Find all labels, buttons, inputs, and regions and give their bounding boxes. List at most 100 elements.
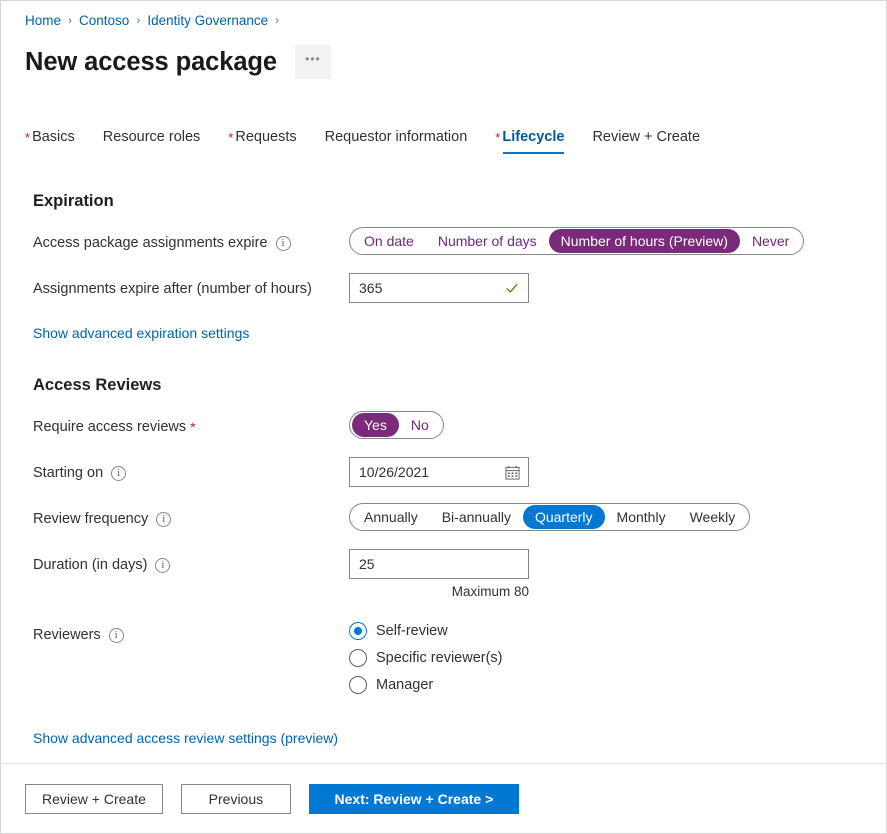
field-control: [349, 457, 529, 487]
info-icon[interactable]: i: [155, 558, 170, 573]
breadcrumb-separator-icon: ›: [136, 13, 140, 27]
title-row: New access package •••: [1, 31, 886, 85]
radio-label: Specific reviewer(s): [376, 650, 503, 666]
pill-number-of-days[interactable]: Number of days: [426, 229, 549, 253]
field-duration-in-days: Duration (in days) i Maximum 80: [1, 549, 886, 599]
pill-yes[interactable]: Yes: [352, 413, 399, 437]
label-text: Require access reviews: [33, 419, 186, 435]
tab-basics[interactable]: * Basics: [25, 129, 75, 154]
radio-self-review[interactable]: Self-review: [349, 621, 503, 641]
pill-on-date[interactable]: On date: [352, 229, 426, 253]
field-label: Require access reviews *: [33, 411, 349, 441]
breadcrumb-separator-icon: ›: [68, 13, 72, 27]
radio-dot-icon: [349, 676, 367, 694]
field-review-frequency: Review frequency i Annually Bi-annually …: [1, 503, 886, 533]
new-access-package-page: Home › Contoso › Identity Governance › N…: [0, 0, 887, 834]
pill-monthly[interactable]: Monthly: [605, 505, 678, 529]
tab-label: Lifecycle: [502, 129, 564, 145]
wizard-tabs: * Basics Resource roles * Requests Reque…: [1, 120, 886, 154]
pill-annually[interactable]: Annually: [352, 505, 430, 529]
more-options-button[interactable]: •••: [295, 45, 331, 79]
page-title: New access package: [25, 48, 277, 77]
tab-label: Resource roles: [103, 129, 201, 145]
tab-label: Basics: [32, 129, 75, 145]
section-title-access-reviews: Access Reviews: [1, 376, 886, 395]
label-text: Review frequency: [33, 511, 148, 527]
field-label: Duration (in days) i: [33, 549, 349, 579]
pill-no[interactable]: No: [399, 413, 441, 437]
breadcrumb: Home › Contoso › Identity Governance ›: [1, 1, 886, 31]
radio-label: Manager: [376, 677, 433, 693]
label-text: Access package assignments expire: [33, 235, 268, 251]
assignments-expire-choicegroup: On date Number of days Number of hours (…: [349, 227, 804, 255]
field-control: Yes No: [349, 411, 444, 439]
radio-label: Self-review: [376, 623, 448, 639]
field-assignments-expire: Access package assignments expire i On d…: [1, 227, 886, 257]
pill-quarterly[interactable]: Quarterly: [523, 505, 605, 529]
breadcrumb-item-home[interactable]: Home: [25, 13, 61, 28]
expire-after-hours-input[interactable]: [350, 274, 528, 302]
info-icon[interactable]: i: [276, 236, 291, 251]
field-label: Assignments expire after (number of hour…: [33, 273, 349, 303]
review-frequency-choicegroup: Annually Bi-annually Quarterly Monthly W…: [349, 503, 750, 531]
radio-dot-icon: [349, 622, 367, 640]
required-asterisk-icon: *: [25, 131, 30, 144]
duration-maximum-helper-text: Maximum 80: [349, 584, 529, 599]
ellipsis-icon: •••: [305, 53, 321, 65]
required-asterisk-icon: *: [228, 131, 233, 144]
field-control: Annually Bi-annually Quarterly Monthly W…: [349, 503, 750, 531]
expire-after-hours-textbox[interactable]: [349, 273, 529, 303]
reviewers-radio-group: Self-review Specific reviewer(s) Manager: [349, 619, 503, 695]
pill-number-of-hours-preview[interactable]: Number of hours (Preview): [549, 229, 740, 253]
field-control: [349, 273, 529, 303]
label-text: Duration (in days): [33, 557, 147, 573]
pill-never[interactable]: Never: [740, 229, 801, 253]
tab-label: Requests: [235, 129, 296, 145]
tab-label: Requestor information: [325, 129, 468, 145]
required-asterisk-icon: *: [495, 131, 500, 144]
tab-resource-roles[interactable]: Resource roles: [103, 129, 201, 154]
field-require-access-reviews: Require access reviews * Yes No: [1, 411, 886, 441]
tab-lifecycle[interactable]: * Lifecycle: [495, 129, 564, 154]
tab-label: Review + Create: [592, 129, 700, 145]
review-create-button[interactable]: Review + Create: [25, 784, 163, 814]
tab-requests[interactable]: * Requests: [228, 129, 296, 154]
show-advanced-access-review-settings-link[interactable]: Show advanced access review settings (pr…: [1, 730, 338, 746]
previous-button[interactable]: Previous: [181, 784, 291, 814]
info-icon[interactable]: i: [109, 628, 124, 643]
field-reviewers: Reviewers i Self-review Specific reviewe…: [1, 619, 886, 695]
label-text: Reviewers: [33, 627, 101, 643]
field-control: Maximum 80: [349, 549, 529, 599]
radio-manager[interactable]: Manager: [349, 675, 503, 695]
form-body: Expiration Access package assignments ex…: [1, 154, 886, 763]
radio-specific-reviewers[interactable]: Specific reviewer(s): [349, 648, 503, 668]
duration-input[interactable]: [350, 550, 528, 578]
show-advanced-expiration-settings-link[interactable]: Show advanced expiration settings: [1, 325, 249, 341]
calendar-icon[interactable]: [505, 465, 520, 480]
breadcrumb-separator-icon: ›: [275, 13, 279, 27]
duration-textbox[interactable]: [349, 549, 529, 579]
label-text: Assignments expire after (number of hour…: [33, 281, 312, 297]
info-icon[interactable]: i: [156, 512, 171, 527]
wizard-footer: Review + Create Previous Next: Review + …: [1, 763, 886, 833]
info-icon[interactable]: i: [111, 466, 126, 481]
require-access-reviews-choicegroup: Yes No: [349, 411, 444, 439]
label-text: Starting on: [33, 465, 103, 481]
field-label: Reviewers i: [33, 619, 349, 649]
field-expire-after-hours: Assignments expire after (number of hour…: [1, 273, 886, 303]
tab-review-create[interactable]: Review + Create: [592, 129, 700, 154]
pill-weekly[interactable]: Weekly: [678, 505, 748, 529]
starting-on-input[interactable]: [350, 458, 528, 486]
pill-bi-annually[interactable]: Bi-annually: [430, 505, 523, 529]
field-label: Access package assignments expire i: [33, 227, 349, 257]
radio-dot-icon: [349, 649, 367, 667]
field-label: Starting on i: [33, 457, 349, 487]
breadcrumb-item-contoso[interactable]: Contoso: [79, 13, 129, 28]
section-title-expiration: Expiration: [1, 192, 886, 211]
field-control: On date Number of days Number of hours (…: [349, 227, 804, 255]
tab-requestor-information[interactable]: Requestor information: [325, 129, 468, 154]
breadcrumb-item-identity-governance[interactable]: Identity Governance: [147, 13, 268, 28]
required-asterisk-icon: *: [190, 419, 195, 435]
next-review-create-button[interactable]: Next: Review + Create >: [309, 784, 519, 814]
starting-on-datepicker[interactable]: [349, 457, 529, 487]
